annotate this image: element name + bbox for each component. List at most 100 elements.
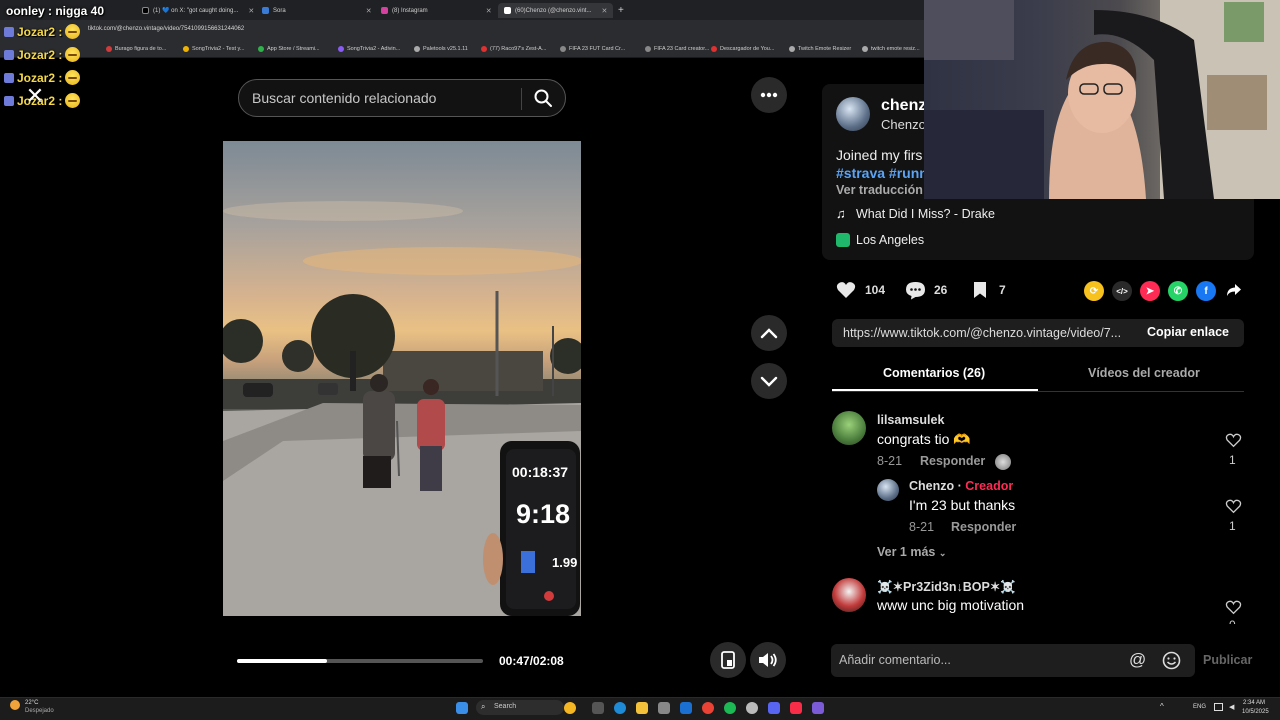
bookmark-item[interactable]: FIFA 23 FUT Card Cr...: [560, 46, 625, 52]
volume-button[interactable]: [750, 642, 786, 678]
instagram-icon: [381, 7, 388, 14]
location-label[interactable]: Los Angeles: [856, 233, 924, 247]
browser-tab[interactable]: Sora ✕: [262, 3, 372, 18]
bookmark-item[interactable]: Burago figura de to...: [106, 46, 166, 52]
commenter-avatar[interactable]: [832, 411, 866, 445]
author-avatar[interactable]: [836, 97, 870, 131]
send-icon[interactable]: ➤: [1140, 281, 1160, 301]
share-arrow-icon[interactable]: [1226, 283, 1242, 297]
edge-icon[interactable]: [614, 702, 626, 714]
bookmark-item[interactable]: Descargador de You...: [711, 46, 774, 52]
file-explorer-icon[interactable]: [636, 702, 648, 714]
music-app-icon[interactable]: [790, 702, 802, 714]
previous-video-button[interactable]: [751, 315, 787, 351]
reply-date: 8-21: [909, 520, 935, 534]
comment-input[interactable]: Añadir comentario... @: [831, 644, 1195, 677]
close-icon[interactable]: ✕: [24, 85, 46, 107]
new-tab-button[interactable]: +: [618, 3, 624, 18]
tab-creator-videos[interactable]: Vídeos del creador: [1088, 366, 1200, 380]
music-title[interactable]: What Did I Miss? - Drake: [856, 207, 995, 221]
emote-icon: [65, 24, 81, 39]
reply-button[interactable]: Responder: [920, 454, 985, 468]
reply-avatar[interactable]: [877, 479, 899, 501]
start-icon[interactable]: [456, 702, 468, 714]
bookmark-item[interactable]: SongTrivia2 - Test y...: [183, 46, 244, 52]
mention-icon[interactable]: @: [1129, 650, 1146, 670]
bookmark-item[interactable]: twitch emote resiz...: [862, 46, 920, 52]
chevron-up-icon[interactable]: ^: [1160, 702, 1164, 711]
chrome-icon[interactable]: [702, 702, 714, 714]
wifi-icon[interactable]: [1214, 703, 1223, 711]
store-icon[interactable]: [658, 702, 670, 714]
speaker-icon[interactable]: ◀: [1229, 703, 1234, 711]
browser-tab[interactable]: (1) 💙 on X: "got caught doing... ✕: [142, 3, 254, 18]
bookmark-item[interactable]: FIFA 23 Card creator...: [645, 46, 709, 52]
tiktok-icon: [504, 7, 511, 14]
taskbar-search[interactable]: ⌕ Search: [476, 700, 564, 715]
close-tab-icon[interactable]: ✕: [248, 7, 254, 15]
app-icon[interactable]: [812, 702, 824, 714]
video-link[interactable]: https://www.tiktok.com/@chenzo.vintage/v…: [843, 326, 1121, 340]
close-tab-icon[interactable]: ✕: [366, 7, 372, 15]
view-more-replies[interactable]: Ver 1 más ⌄: [877, 545, 946, 559]
video-player[interactable]: 00:18:37 9:18 1.99: [223, 141, 581, 616]
floating-player-button[interactable]: [710, 642, 746, 678]
bookmark-favicon-icon: [862, 46, 868, 52]
close-tab-icon[interactable]: ✕: [601, 7, 607, 15]
next-video-button[interactable]: [751, 363, 787, 399]
tab-label: Sora: [273, 7, 286, 14]
browser-tab-active[interactable]: (60)Chenzo (@chenzo.vint... ✕: [498, 3, 614, 18]
clock-time[interactable]: 2:34 AM: [1243, 700, 1265, 706]
sun-widget-icon[interactable]: [564, 702, 576, 714]
close-tab-icon[interactable]: ✕: [486, 7, 492, 15]
search-input[interactable]: Buscar contenido relacionado: [252, 90, 436, 106]
whatsapp-icon[interactable]: ✆: [1168, 281, 1188, 301]
comment-like-icon[interactable]: [1225, 499, 1242, 514]
caption-hashtags[interactable]: #strava #runn: [836, 165, 928, 181]
reply-username[interactable]: Chenzo: [909, 479, 954, 493]
discord-icon[interactable]: [768, 702, 780, 714]
bookmark-item[interactable]: Paletools v25.1.11: [414, 46, 468, 52]
comment-like-icon[interactable]: [1225, 600, 1242, 615]
search-bar[interactable]: Buscar contenido relacionado: [238, 79, 566, 117]
url-text[interactable]: tiktok.com/@chenzo.vintage/video/7541099…: [88, 26, 244, 32]
emoji-icon[interactable]: [1162, 651, 1181, 670]
reply-button[interactable]: Responder: [951, 520, 1016, 534]
publish-button[interactable]: Publicar: [1203, 653, 1252, 667]
commenter-avatar[interactable]: [832, 578, 866, 612]
bookmark-icon[interactable]: [973, 281, 987, 299]
weather-icon[interactable]: [10, 700, 20, 710]
outlook-icon[interactable]: [680, 702, 692, 714]
author-name[interactable]: chenz: [881, 97, 926, 115]
author-handle[interactable]: Chenzo: [881, 117, 926, 132]
copy-link-button[interactable]: Copiar enlace: [1147, 325, 1229, 339]
repost-icon[interactable]: ⟳: [1084, 281, 1104, 301]
video-progress-bar[interactable]: [237, 659, 483, 663]
language-indicator[interactable]: ENG: [1193, 704, 1206, 710]
comment-username[interactable]: ☠️✶Pr3Zid3n↓BOP✶☠️: [877, 579, 1016, 595]
embed-code-icon[interactable]: </>: [1112, 281, 1132, 301]
like-heart-icon[interactable]: [836, 281, 856, 299]
bookmark-favicon-icon: [414, 46, 420, 52]
more-options-button[interactable]: [751, 77, 787, 113]
comment-like-icon[interactable]: [1225, 433, 1242, 448]
facebook-icon[interactable]: f: [1196, 281, 1216, 301]
browser-tab[interactable]: (8) Instagram ✕: [381, 3, 492, 18]
creator-liked-avatar: [995, 454, 1011, 470]
bookmark-item[interactable]: SongTrivia2 - Adivin...: [338, 46, 400, 52]
settings-gear-icon[interactable]: [746, 702, 758, 714]
bookmark-item[interactable]: Twitch Emote Resizer: [789, 46, 851, 52]
chevron-down-icon: [760, 376, 778, 387]
clock-date[interactable]: 10/5/2025: [1242, 709, 1269, 715]
tab-comments[interactable]: Comentarios (26): [883, 366, 985, 380]
comment-username[interactable]: lilsamsulek: [877, 413, 944, 427]
comment-bubble-icon[interactable]: [905, 281, 926, 300]
translate-link[interactable]: Ver traducción: [836, 183, 923, 197]
weather-temp[interactable]: 22°C: [25, 700, 38, 706]
bookmark-item[interactable]: App Store / Streami...: [258, 46, 320, 52]
tab-label: (8) Instagram: [392, 7, 428, 14]
bookmark-item[interactable]: (77) Raco97's Zest-A...: [481, 46, 546, 52]
search-icon[interactable]: [533, 88, 553, 108]
task-view-icon[interactable]: [592, 702, 604, 714]
spotify-icon[interactable]: [724, 702, 736, 714]
